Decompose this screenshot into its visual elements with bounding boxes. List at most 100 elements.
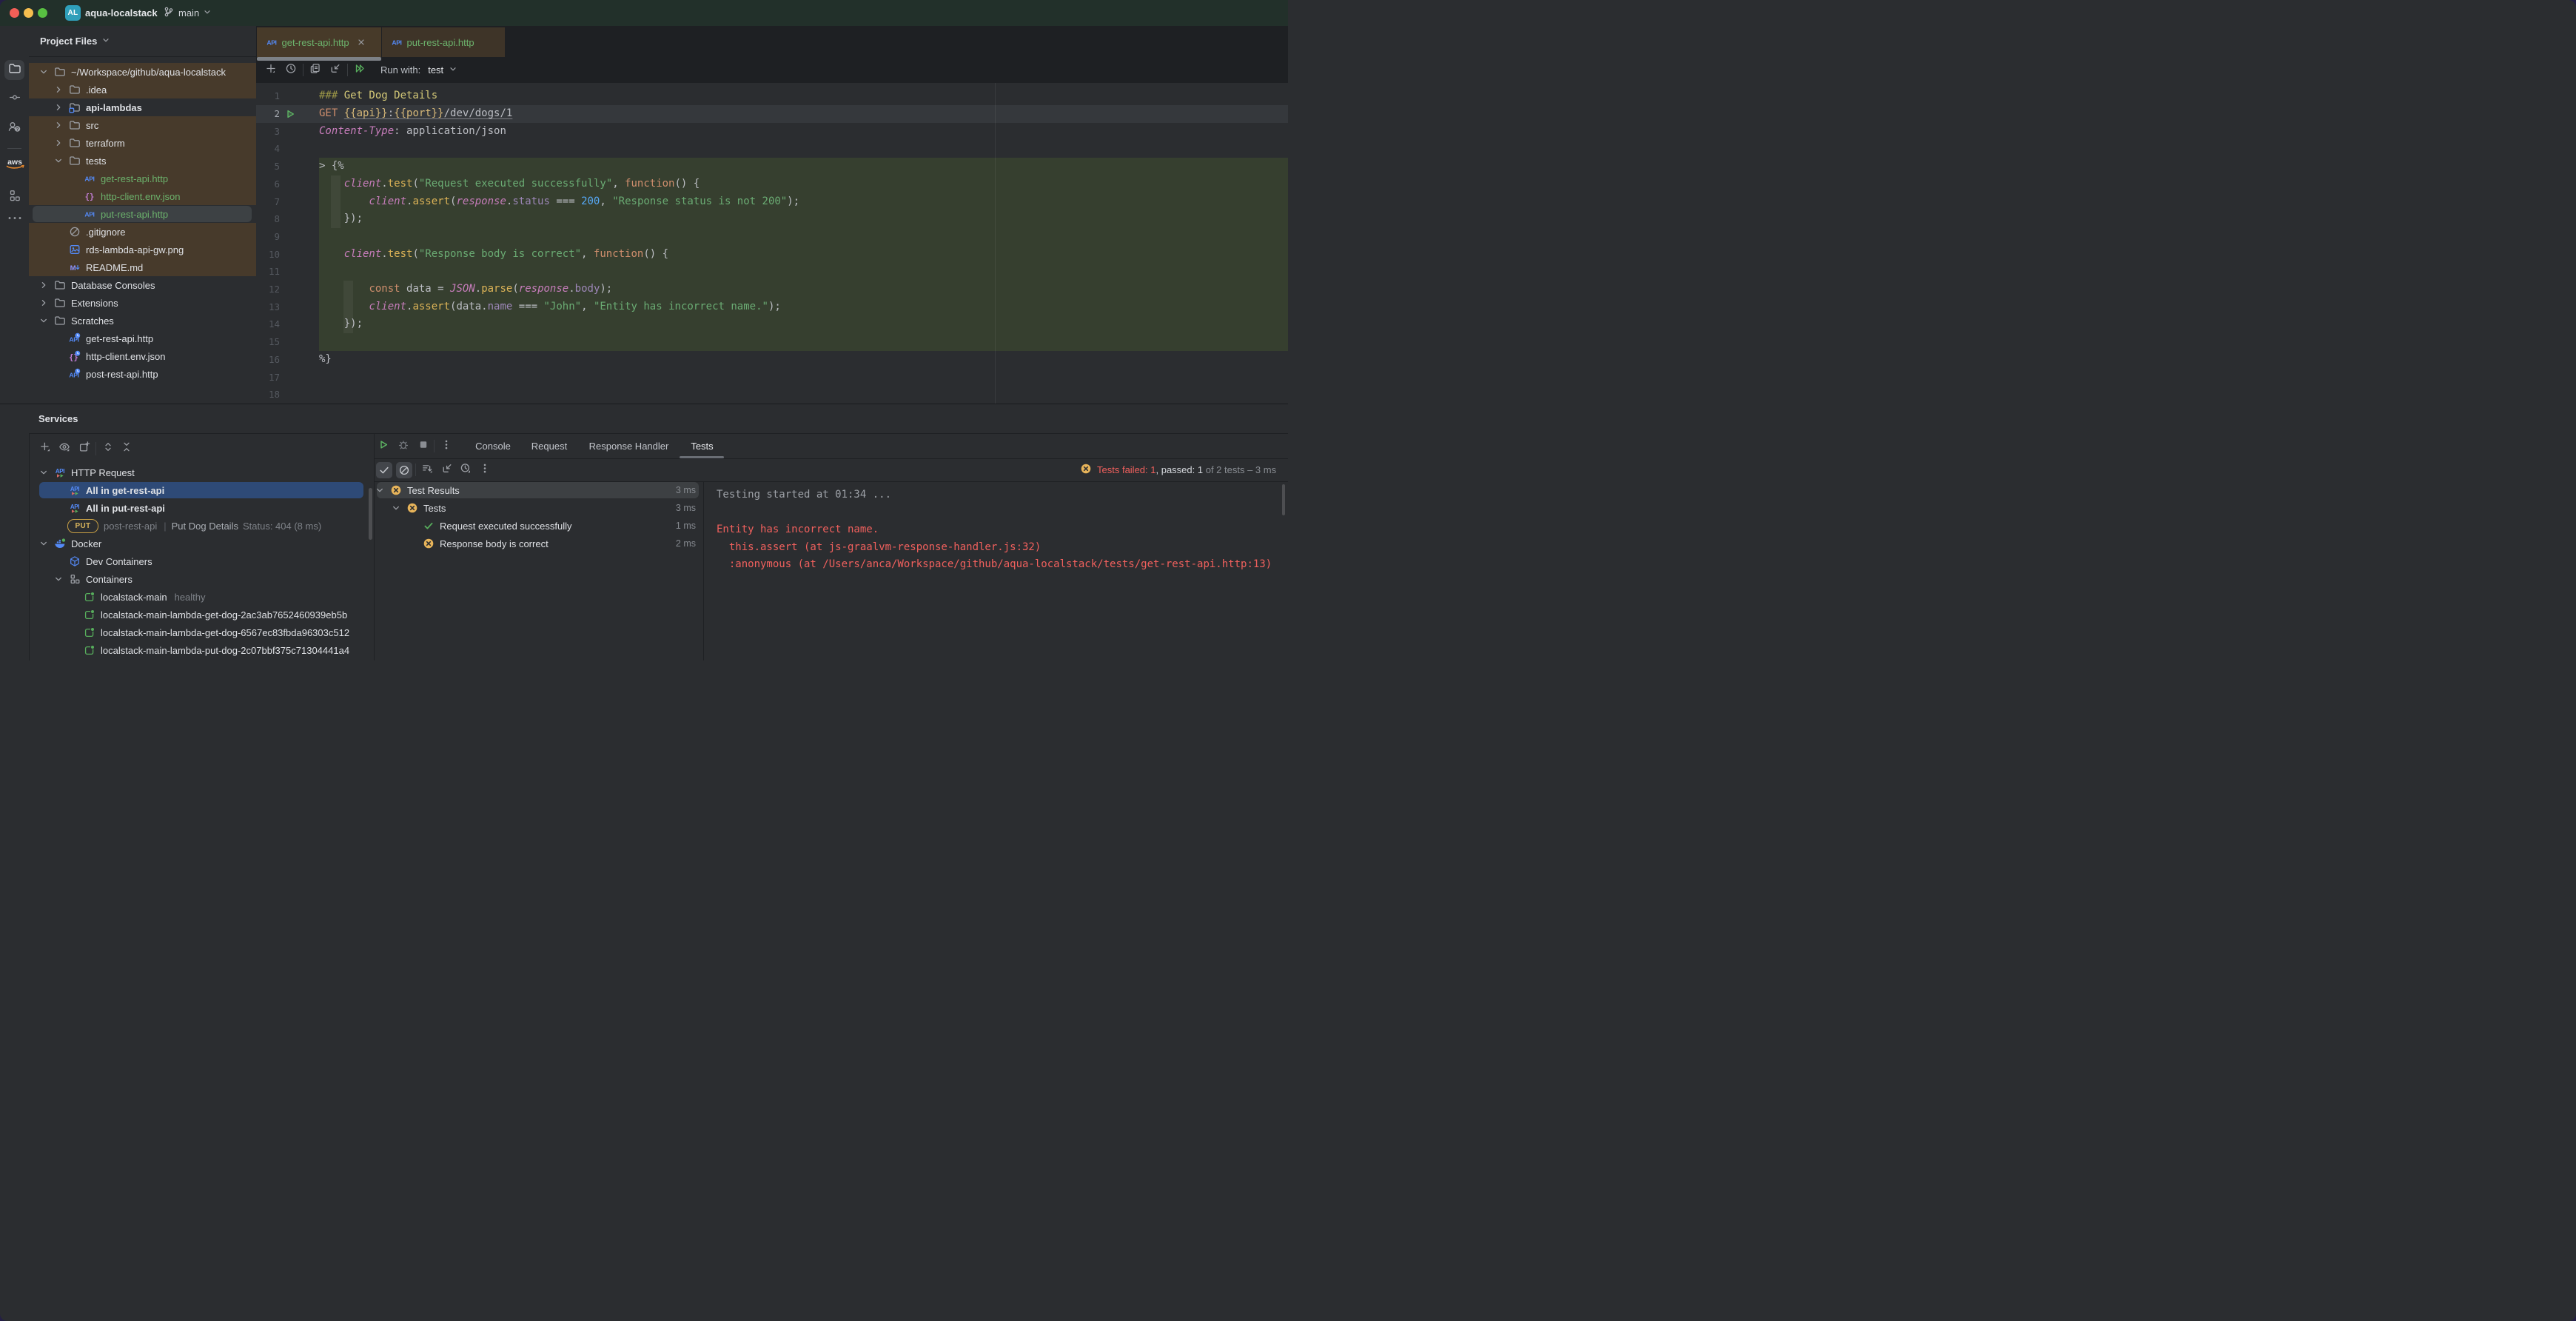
show-ignored-icon[interactable] (396, 462, 412, 478)
tab-request[interactable]: Request (531, 434, 567, 458)
project-tree-row[interactable]: .gitignore (29, 223, 256, 241)
services-tree-row[interactable]: Containers (29, 570, 374, 588)
tab-response-handler[interactable]: Response Handler (589, 434, 669, 458)
scrollbar[interactable] (1282, 484, 1285, 515)
run-request-icon[interactable] (284, 108, 296, 120)
chevron-right-icon[interactable] (53, 84, 64, 96)
project-tree-row[interactable]: terraform (29, 134, 256, 152)
chevron-down-icon[interactable] (38, 538, 50, 549)
chevron-down-icon[interactable] (53, 155, 64, 167)
more-icon[interactable] (7, 213, 23, 228)
project-tree-row[interactable]: MREADME.md (29, 258, 256, 276)
history-icon[interactable] (460, 462, 472, 478)
sort-icon[interactable] (421, 462, 433, 478)
show-passed-icon[interactable] (376, 462, 392, 478)
branch-selector[interactable]: main (163, 0, 212, 26)
services-tree: APIHTTP RequestAPIAll in get-rest-apiAPI… (29, 464, 374, 660)
more-icon[interactable] (440, 438, 452, 454)
project-tree-row[interactable]: Extensions (29, 294, 256, 312)
project-tree-row[interactable]: {}http-client.env.json (29, 187, 256, 205)
chevron-down-icon[interactable] (390, 502, 402, 514)
api-icon: API (84, 208, 95, 220)
passed-count: , passed: 1 (1156, 464, 1204, 475)
vertical-splitter[interactable] (703, 481, 704, 660)
project-tree-row[interactable]: ~/Workspace/github/aqua-localstack (29, 63, 256, 81)
copy-curl-icon[interactable] (309, 62, 321, 78)
services-tree-row[interactable]: localstack-mainhealthy (29, 588, 374, 606)
import-icon[interactable] (329, 62, 341, 78)
folder-icon[interactable] (8, 62, 21, 79)
stop-icon[interactable] (417, 438, 429, 454)
chevron-right-icon[interactable] (38, 279, 50, 291)
services-tree-row[interactable]: PUTpost-rest-api|Put Dog DetailsStatus: … (29, 517, 374, 535)
test-result-row[interactable]: Test Results3 ms (374, 481, 703, 499)
run-with-selector[interactable]: Run with: test (380, 57, 457, 83)
close-icon[interactable] (357, 38, 366, 47)
structure-icon[interactable] (8, 190, 21, 206)
import-tests-icon[interactable] (441, 462, 453, 478)
tool-window-rail: ? aws (0, 26, 30, 660)
test-result-row[interactable]: Tests3 ms (374, 499, 703, 517)
project-tree-row[interactable]: tests (29, 152, 256, 170)
tab-console[interactable]: Console (475, 434, 511, 458)
project-panel-header[interactable]: Project Files (29, 26, 256, 57)
services-tree-row[interactable]: APIAll in get-rest-api (29, 481, 374, 499)
services-tree-row[interactable]: APIAll in put-rest-api (29, 499, 374, 517)
maximize-window-button[interactable] (38, 8, 47, 18)
expand-all-icon[interactable] (102, 441, 114, 457)
chevron-down-icon[interactable] (38, 66, 50, 78)
chevron-right-icon[interactable] (53, 101, 64, 113)
chevron-down-icon[interactable] (374, 484, 386, 496)
rerun-icon[interactable] (378, 438, 389, 454)
tab-tests[interactable]: Tests (691, 434, 713, 458)
add-request-icon[interactable] (265, 62, 277, 78)
users-help-icon[interactable]: ? (7, 121, 22, 138)
code-editor[interactable]: 123456789101112131415161718 ### Get Dog … (256, 83, 1288, 404)
aws-icon[interactable]: aws (4, 156, 26, 175)
chevron-right-icon[interactable] (53, 137, 64, 149)
project-tree-row[interactable]: {}http-client.env.json (29, 347, 256, 365)
services-tree-row[interactable]: Docker (29, 535, 374, 552)
debug-icon[interactable] (398, 438, 409, 454)
project-tree-row[interactable]: src (29, 116, 256, 134)
add-service-icon[interactable] (39, 441, 51, 457)
run-all-icon[interactable] (354, 62, 366, 78)
collapse-all-icon[interactable] (121, 441, 133, 457)
test-result-row[interactable]: Response body is correct2 ms (374, 535, 703, 552)
open-in-new-tab-icon[interactable] (78, 441, 90, 457)
services-tree-row[interactable]: Dev Containers (29, 552, 374, 570)
chevron-right-icon[interactable] (38, 297, 50, 309)
chevron-down-icon[interactable] (38, 315, 50, 327)
project-tree-row[interactable]: .idea (29, 81, 256, 98)
project-tree-row[interactable]: Scratches (29, 312, 256, 330)
view-options-icon[interactable] (58, 441, 70, 457)
chevron-right-icon[interactable] (53, 119, 64, 131)
close-window-button[interactable] (10, 8, 19, 18)
editor-tab[interactable]: APIget-rest-api.http (257, 27, 381, 57)
chevron-down-icon[interactable] (38, 466, 50, 478)
project-tree-row[interactable]: APIpost-rest-api.http (29, 365, 256, 383)
chevron-spacer (67, 609, 79, 621)
services-tree-row[interactable]: localstack-main-lambda-get-dog-6567ec83f… (29, 623, 374, 641)
services-tree-row[interactable]: localstack-main-lambda-get-dog-2ac3ab765… (29, 606, 374, 623)
project-tree-row[interactable]: APIput-rest-api.http (29, 205, 256, 223)
project-tree-row[interactable]: APIget-rest-api.http (29, 330, 256, 347)
services-tree-row[interactable]: APIHTTP Request (29, 464, 374, 481)
project-selector[interactable]: aqua-localstack (85, 0, 172, 26)
project-tree-row[interactable]: APIget-rest-api.http (29, 170, 256, 187)
test-console-output[interactable]: Testing started at 01:34 ... Entity has … (717, 486, 1288, 660)
services-tree-row[interactable]: localstack-main-lambda-put-dog-2c07bbf37… (29, 641, 374, 659)
scrollbar[interactable] (369, 488, 372, 540)
editor-tab[interactable]: APIput-rest-api.http (382, 27, 505, 57)
project-tree-row[interactable]: api-lambdas (29, 98, 256, 116)
history-icon[interactable] (285, 62, 297, 78)
ignore-icon (69, 226, 81, 238)
vcs-commit-icon[interactable] (9, 92, 21, 107)
minimize-window-button[interactable] (24, 8, 33, 18)
test-result-row[interactable]: Request executed successfully1 ms (374, 517, 703, 535)
project-tree-row[interactable]: rds-lambda-api-gw.png (29, 241, 256, 258)
project-tree-row[interactable]: Database Consoles (29, 276, 256, 294)
chevron-down-icon[interactable] (53, 573, 64, 585)
more-icon[interactable] (479, 462, 491, 478)
container-icon (84, 591, 95, 603)
